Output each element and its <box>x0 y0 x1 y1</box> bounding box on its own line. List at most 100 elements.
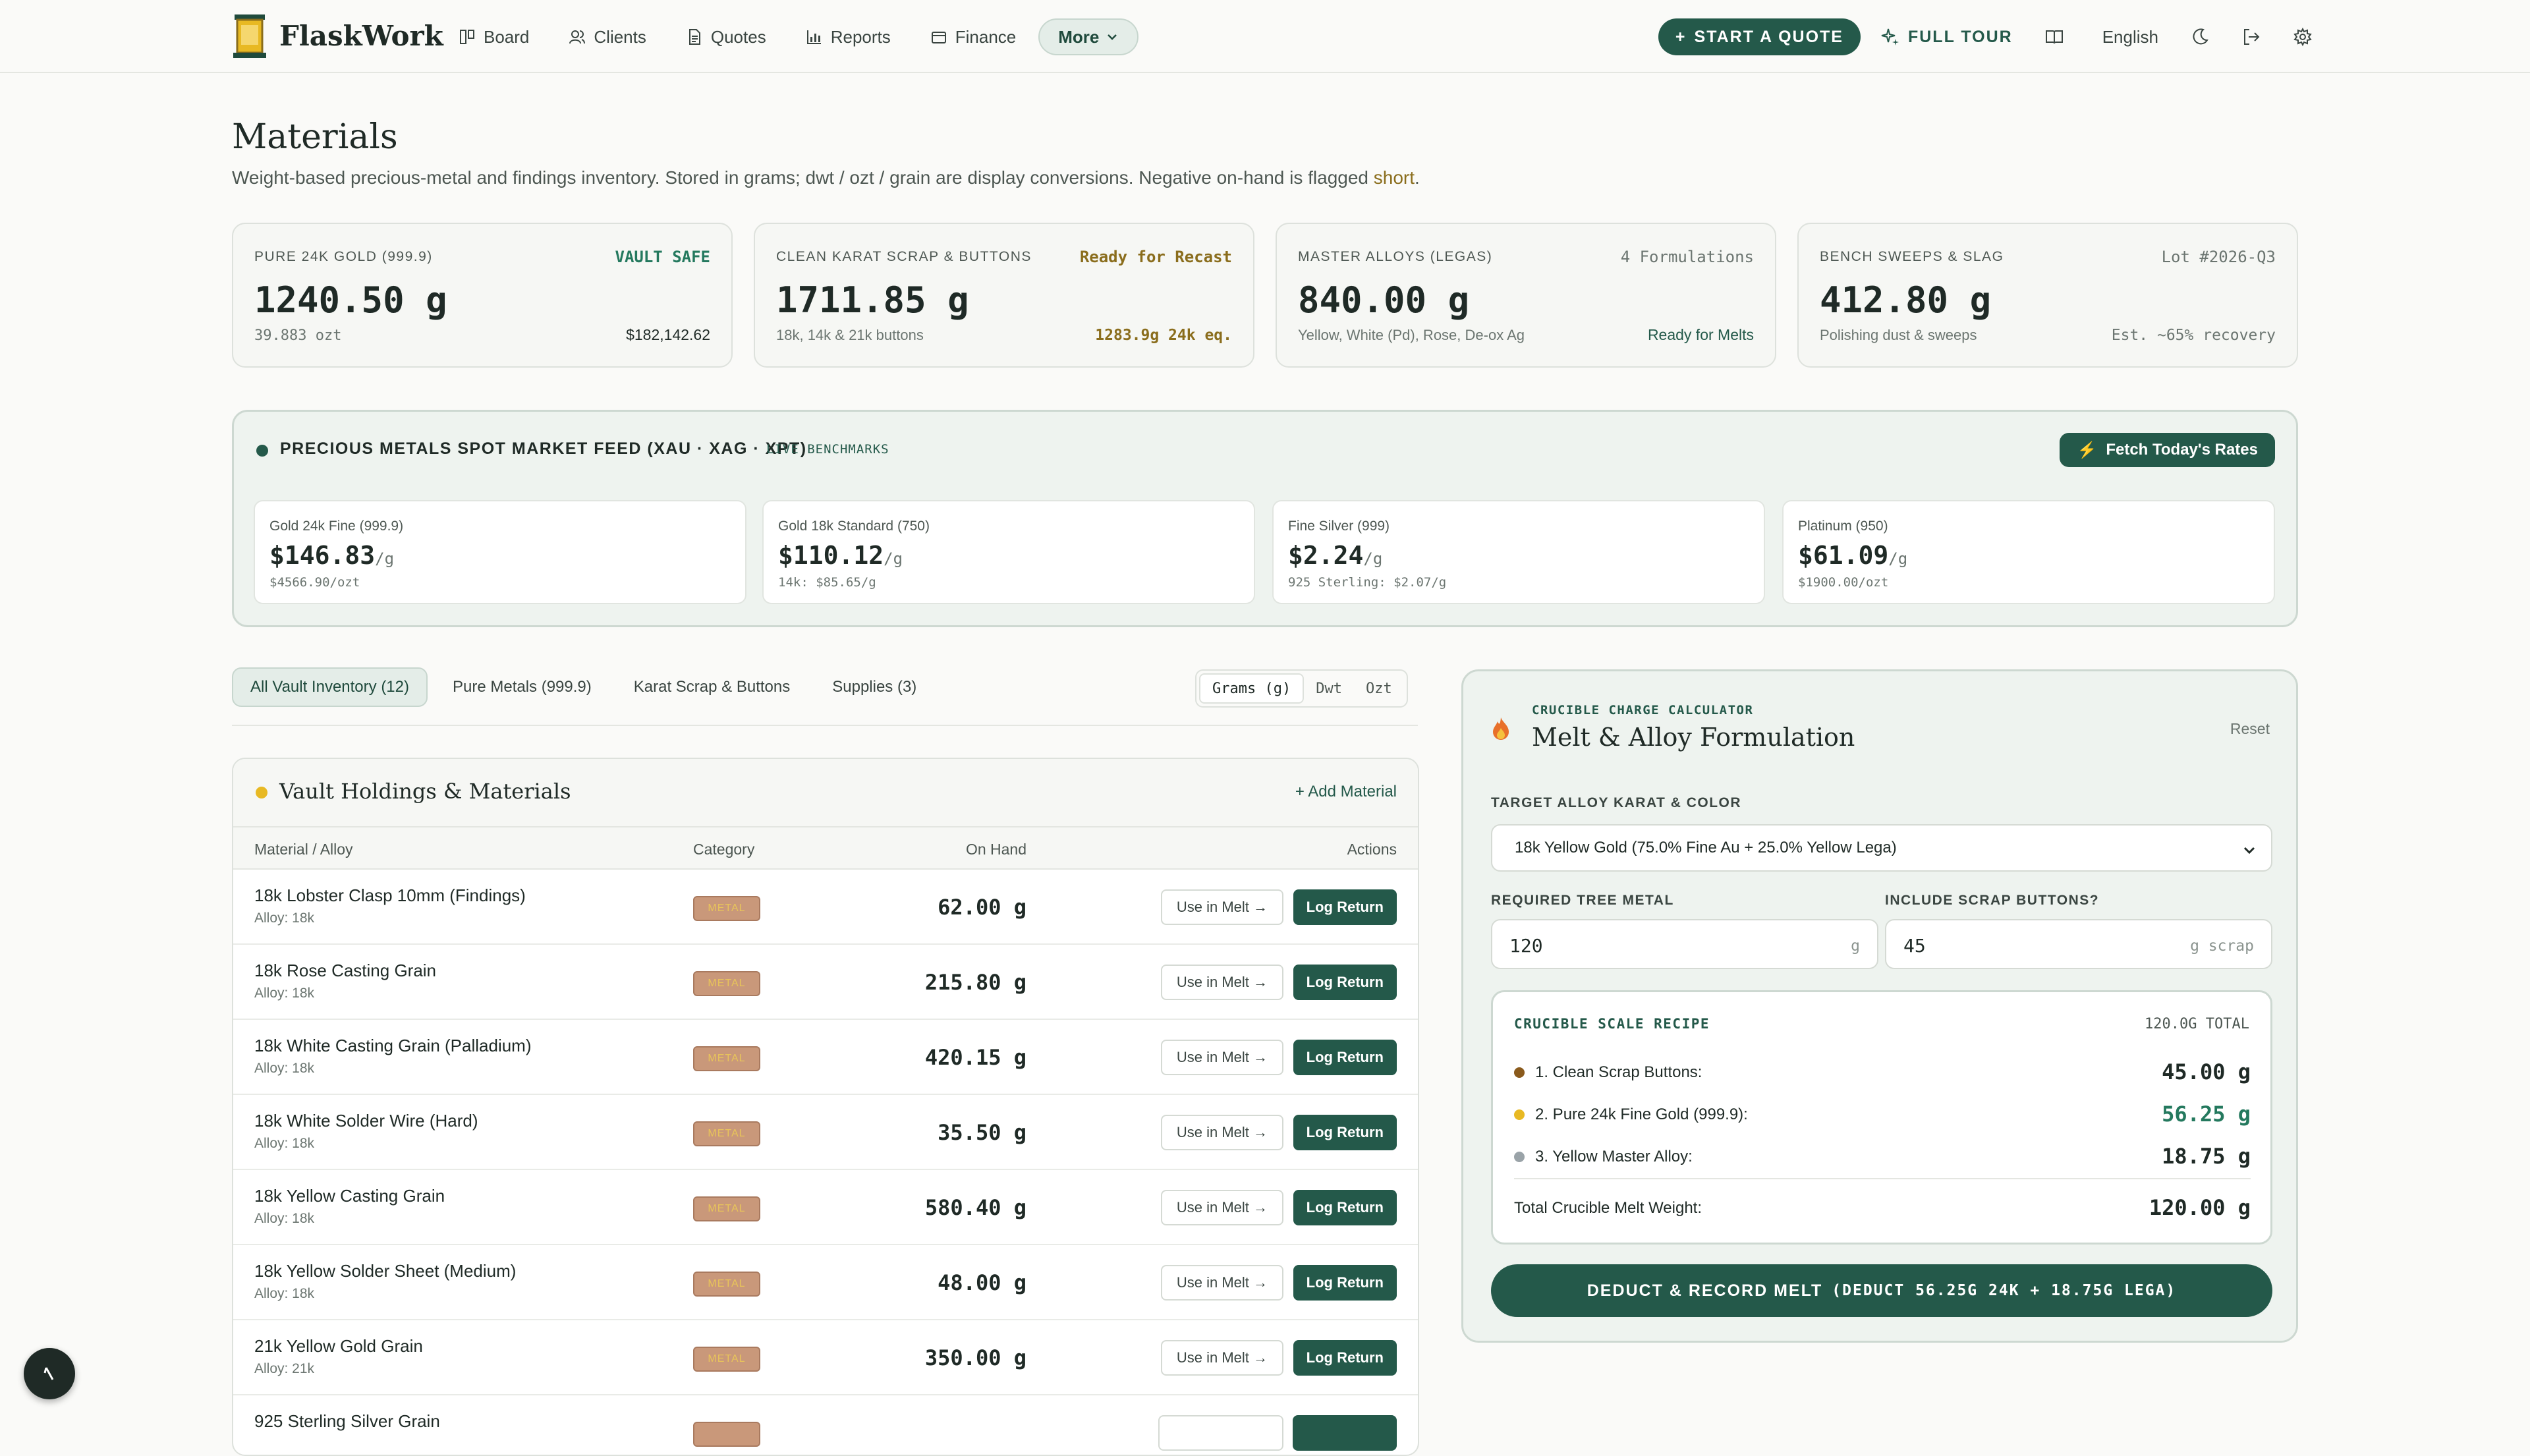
chevron-down-icon <box>2243 847 2255 854</box>
use-in-melt-button[interactable]: Use in Melt → <box>1160 889 1283 925</box>
stat-tag: 4 Formulations <box>1620 248 1754 266</box>
metal-price-unit: /g <box>1888 549 1908 568</box>
metal-price: $61.09/g <box>1798 541 1907 570</box>
nav-quotes-label: Quotes <box>710 26 766 47</box>
log-return-button[interactable]: Log Return <box>1293 1190 1397 1225</box>
table-header: Material / Alloy Category On Hand Action… <box>233 827 1418 870</box>
on-hand-value: 62.00 g <box>938 895 1026 920</box>
scrap-buttons-input[interactable]: 45 g scrap <box>1885 919 2272 969</box>
tree-metal-input[interactable]: 120 g <box>1491 919 1878 969</box>
col-actions: Actions <box>1347 841 1397 858</box>
gear-icon[interactable] <box>2293 27 2313 47</box>
use-in-melt-button[interactable]: Use in Melt → <box>1160 1040 1283 1075</box>
target-alloy-label: TARGET ALLOY KARAT & COLOR <box>1491 795 1742 810</box>
on-hand-value: 48.00 g <box>938 1270 1026 1295</box>
target-alloy-value: 18k Yellow Gold (75.0% Fine Au + 25.0% Y… <box>1515 839 1897 856</box>
log-return-button[interactable]: Log Return <box>1293 1265 1397 1301</box>
nav-board[interactable]: Board <box>459 27 529 47</box>
metal-price-value: $2.24 <box>1288 541 1364 570</box>
full-tour-label: FULL TOUR <box>1907 27 2013 46</box>
nav-reports-label: Reports <box>830 26 891 47</box>
metal-name: Platinum (950) <box>1798 518 1888 534</box>
recipe-line-scrap: 1. Clean Scrap Buttons: 45.00 g <box>1514 1059 2251 1086</box>
stat-label: BENCH SWEEPS & SLAG <box>1820 249 2004 264</box>
metal-price-unit: /g <box>884 549 903 568</box>
floating-assistant-button[interactable] <box>24 1348 75 1399</box>
stat-label: CLEAN KARAT SCRAP & BUTTONS <box>776 249 1032 264</box>
use-in-melt-button[interactable]: Use in Melt → <box>1160 1190 1283 1225</box>
divider <box>232 725 1418 726</box>
metal-price-value: $146.83 <box>269 541 376 570</box>
recipe-line-label: 1. Clean Scrap Buttons: <box>1535 1063 1702 1081</box>
full-tour-button[interactable]: FULL TOUR <box>1880 27 2013 47</box>
table-row: 18k Yellow Solder Sheet (Medium) Alloy: … <box>233 1245 1418 1320</box>
log-return-button[interactable]: Log Return <box>1293 889 1397 925</box>
metal-card-silver: Fine Silver (999) $2.24/g 925 Sterling: … <box>1272 500 1765 604</box>
recipe-dot <box>1514 1109 1525 1120</box>
vault-holdings-card: Vault Holdings & Materials + Add Materia… <box>232 758 1419 1456</box>
unit-dwt[interactable]: Dwt <box>1304 673 1354 704</box>
more-menu-button[interactable]: More <box>1038 18 1139 55</box>
table-row: 18k Rose Casting Grain Alloy: 18k METAL … <box>233 945 1418 1020</box>
nav-quotes[interactable]: Quotes <box>686 27 766 47</box>
stat-card-bench-sweeps: BENCH SWEEPS & SLAG Lot #2026-Q3 412.80 … <box>1797 223 2298 368</box>
material-name: 18k Rose Casting Grain <box>254 961 437 980</box>
material-alloy: Alloy: 21k <box>254 1361 315 1376</box>
stat-sub: 39.883 ozt <box>254 327 342 344</box>
deduct-record-melt-button[interactable]: DEDUCT & RECORD MELT (DEDUCT 56.25G 24K … <box>1491 1264 2272 1317</box>
recipe-line-label: 3. Yellow Master Alloy: <box>1535 1148 1693 1165</box>
add-material-button[interactable]: + Add Material <box>1295 783 1397 801</box>
use-in-melt-button[interactable]: Use in Melt → <box>1160 1340 1283 1376</box>
log-return-button[interactable]: Log Return <box>1293 1040 1397 1075</box>
tab-all-vault-inventory[interactable]: All Vault Inventory (12) <box>232 667 428 707</box>
recipe-total-value: 120.00 g <box>2149 1195 2251 1220</box>
nav-reports[interactable]: Reports <box>806 27 891 47</box>
category-badge: METAL <box>693 1272 760 1297</box>
recipe-total-tag: 120.0G TOTAL <box>2145 1016 2249 1032</box>
stat-sub2: 1283.9g 24k eq. <box>1095 327 1232 344</box>
fetch-rates-button[interactable]: ⚡ Fetch Today's Rates <box>2060 433 2275 467</box>
nav-board-label: Board <box>484 26 530 47</box>
stat-tag: Lot #2026-Q3 <box>2161 248 2276 266</box>
tree-metal-unit: g <box>1851 938 1860 955</box>
unit-ozt[interactable]: Ozt <box>1354 673 1404 704</box>
nav-clients-label: Clients <box>594 26 646 47</box>
use-in-melt-button[interactable]: Use in Melt → <box>1160 1265 1283 1301</box>
stat-sub: Polishing dust & sweeps <box>1820 327 1977 343</box>
tab-supplies[interactable]: Supplies (3) <box>815 667 934 707</box>
chevron-down-icon <box>1108 34 1117 40</box>
log-return-button[interactable] <box>1293 1415 1397 1451</box>
cursor-icon <box>43 1367 54 1380</box>
material-alloy: Alloy: 18k <box>254 1286 315 1301</box>
nav-clients[interactable]: Clients <box>569 27 646 47</box>
use-in-melt-button[interactable]: Use in Melt → <box>1160 1115 1283 1150</box>
live-indicator <box>256 445 268 457</box>
scrap-buttons-value: 45 <box>1903 935 1926 957</box>
metal-name: Fine Silver (999) <box>1288 518 1390 534</box>
category-badge: METAL <box>693 1347 760 1372</box>
unit-grams[interactable]: Grams (g) <box>1199 673 1305 704</box>
log-return-button[interactable]: Log Return <box>1293 965 1397 1000</box>
reset-button[interactable]: Reset <box>2230 720 2270 738</box>
logout-icon[interactable] <box>2241 27 2261 47</box>
stat-sub: 18k, 14k & 21k buttons <box>776 327 924 343</box>
tab-pure-metals[interactable]: Pure Metals (999.9) <box>436 667 609 707</box>
metal-price-unit: /g <box>1363 549 1383 568</box>
deduct-label: DEDUCT & RECORD MELT <box>1587 1281 1823 1300</box>
tab-karat-scrap[interactable]: Karat Scrap & Buttons <box>617 667 807 707</box>
log-return-button[interactable]: Log Return <box>1293 1340 1397 1376</box>
nav-finance[interactable]: Finance <box>930 27 1016 47</box>
stat-card-karat-scrap: CLEAN KARAT SCRAP & BUTTONS Ready for Re… <box>754 223 1254 368</box>
log-return-button[interactable]: Log Return <box>1293 1115 1397 1150</box>
app-name[interactable]: FlaskWork <box>279 20 443 52</box>
start-quote-button[interactable]: + START A QUOTE <box>1658 18 1861 55</box>
moon-icon[interactable] <box>2190 27 2210 47</box>
table-row: 21k Yellow Gold Grain Alloy: 21k METAL 3… <box>233 1320 1418 1395</box>
use-in-melt-button[interactable] <box>1158 1415 1283 1451</box>
use-in-melt-button[interactable]: Use in Melt → <box>1160 965 1283 1000</box>
on-hand-value: 580.40 g <box>924 1195 1026 1220</box>
book-icon[interactable] <box>2044 27 2064 47</box>
target-alloy-select[interactable]: 18k Yellow Gold (75.0% Fine Au + 25.0% Y… <box>1491 824 2272 872</box>
language-selector[interactable]: English <box>2102 27 2158 47</box>
stat-card-master-alloys: MASTER ALLOYS (LEGAS) 4 Formulations 840… <box>1276 223 1776 368</box>
